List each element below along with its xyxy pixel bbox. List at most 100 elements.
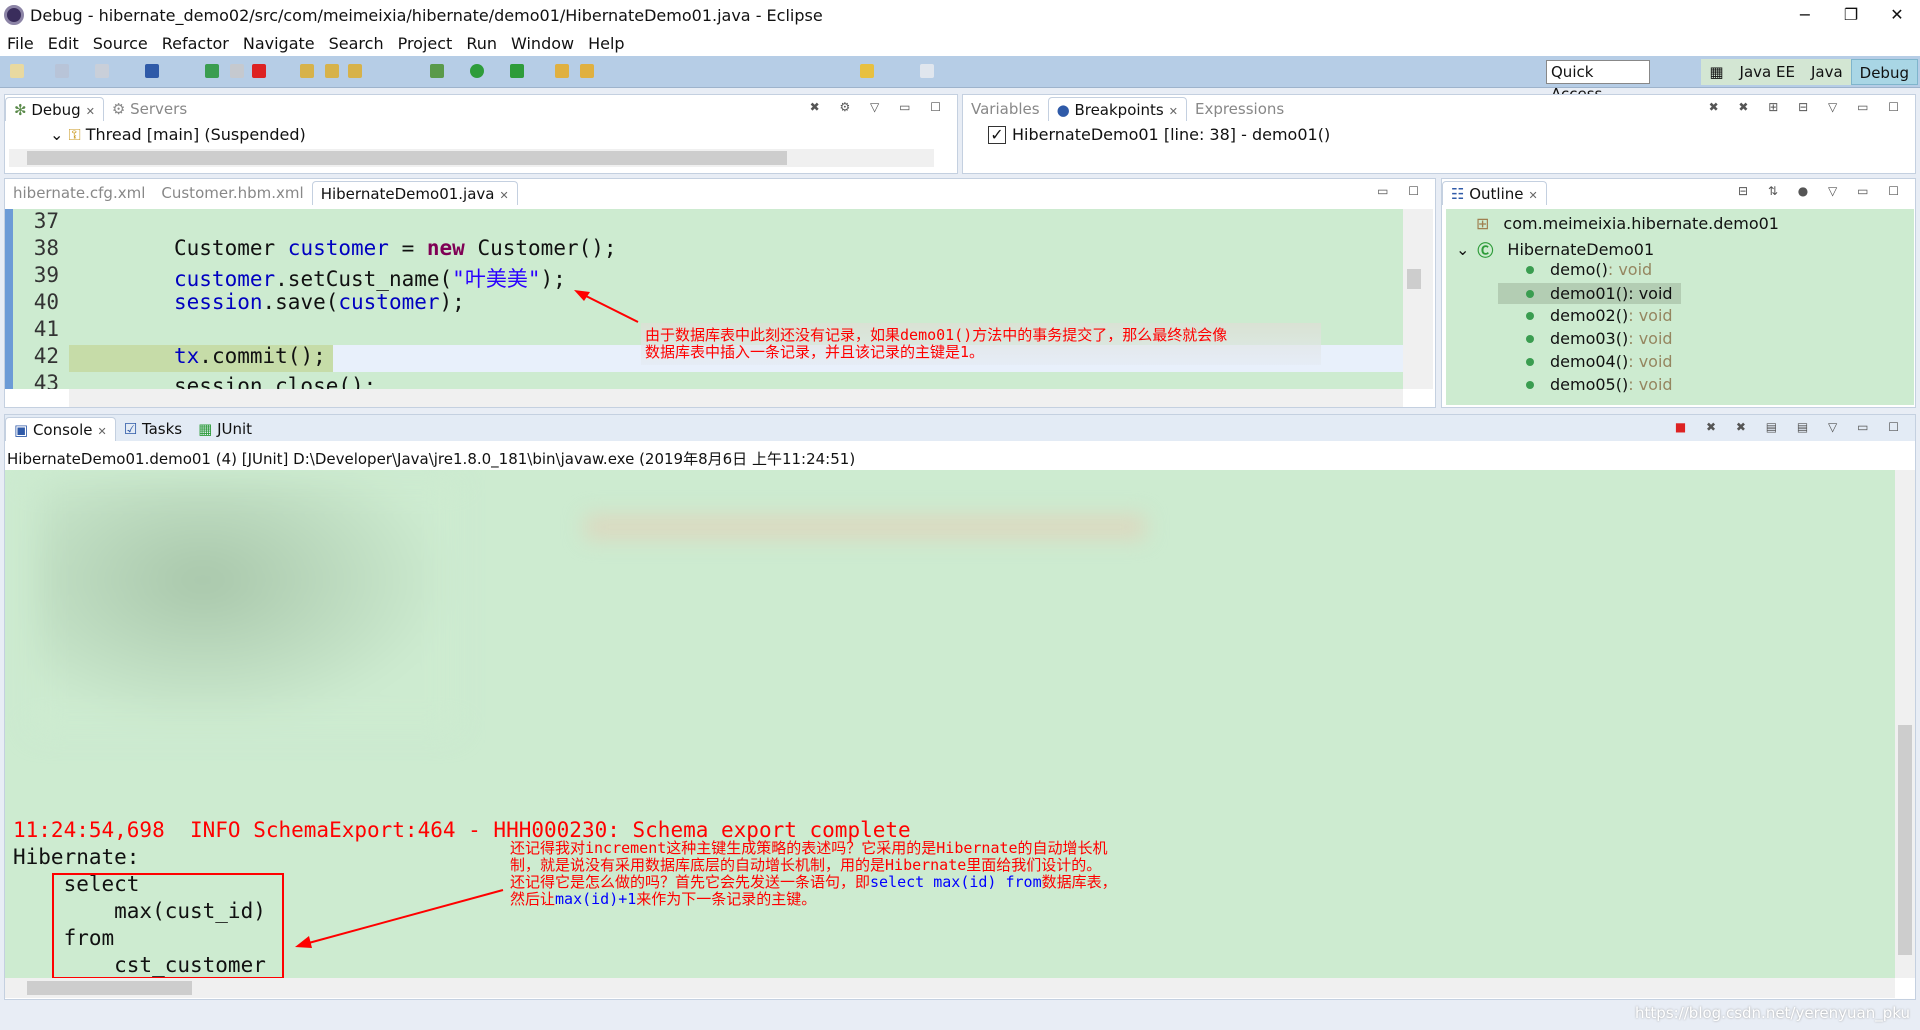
servers-icon: ⚙ [111,100,131,118]
menu-refactor[interactable]: Refactor [155,34,236,53]
console-controls[interactable]: ■ ✖ ✖ ▤ ▤ ▽ ▭ ☐ [1675,420,1907,434]
console-output[interactable]: 11:24:54,698 INFO SchemaExport:464 - HHH… [5,470,1895,978]
forward-icon[interactable] [920,64,934,78]
resume-icon[interactable] [205,64,219,78]
external-tools-icon[interactable] [510,64,524,78]
close-button[interactable]: ✕ [1874,0,1920,30]
breakpoints-view: Variables ● Breakpoints ✕ Expressions ✖ ✖… [962,94,1916,174]
outline-method[interactable]: demo05() : void [1526,375,1673,394]
outline-icon: ☷ [1451,185,1470,203]
step-into-icon[interactable] [300,64,314,78]
vertical-scrollbar[interactable] [1403,209,1433,389]
outline-method[interactable]: demo03() : void [1526,329,1673,348]
quick-access-input[interactable]: Quick Access [1546,60,1650,103]
console-view: ▣ Console ✕ ☑ Tasks ▦ JUnit ■ ✖ ✖ ▤ ▤ ▽ ▭… [4,414,1916,1000]
menu-help[interactable]: Help [581,34,631,53]
tab-servers[interactable]: ⚙ Servers [104,97,195,121]
close-icon[interactable]: ✕ [1528,189,1537,202]
outline-method[interactable]: demo04() : void [1526,352,1673,371]
outline-method[interactable]: demo() : void [1526,260,1652,279]
tab-debug[interactable]: ✻ Debug ✕ [5,97,104,121]
public-method-icon [1526,265,1534,274]
horizontal-scrollbar[interactable] [5,978,1895,998]
perspective-switcher: ▦ Java EE Java Debug [1701,59,1918,85]
tab-tasks[interactable]: ☑ Tasks [116,417,190,441]
menu-window[interactable]: Window [504,34,581,53]
perspective-java[interactable]: Java [1803,59,1851,85]
horizontal-scrollbar[interactable] [69,389,1403,407]
annotation-arrow [295,889,504,948]
console-process-header: HibernateDemo01.demo01 (4) [JUnit] D:\De… [7,450,856,468]
title-bar: Debug - hibernate_demo02/src/com/meimeix… [0,0,1920,30]
outline-class[interactable]: ⌄ Ⓒ HibernateDemo01 [1456,237,1654,261]
public-method-icon [1526,334,1534,343]
restore-button[interactable]: ❐ [1828,0,1874,30]
debug-view: ✻ Debug ✕ ⚙ Servers ✖ ⚙ ▽ ▭ ☐ ⌄ ⚿ Thread … [4,94,958,174]
run-icon[interactable] [470,64,484,78]
save-icon[interactable] [95,64,109,78]
breakpoint-checkbox[interactable]: ✓ [988,125,1006,144]
tab-variables[interactable]: Variables [963,97,1048,121]
bug-icon: ✻ [14,101,32,119]
back-icon[interactable] [860,64,874,78]
terminate-icon[interactable] [252,64,266,78]
open-type-icon[interactable] [555,64,569,78]
public-method-icon [1526,357,1534,366]
tab-console[interactable]: ▣ Console ✕ [5,417,116,441]
vertical-scrollbar[interactable] [1895,470,1915,978]
annotation-arrow [574,290,639,323]
tab-junit[interactable]: ▦ JUnit [190,417,260,441]
outline-method-selected[interactable]: demo01() : void [1498,283,1681,304]
tab-hibernate-cfg[interactable]: hibernate.cfg.xml [5,181,153,205]
public-method-icon [1526,380,1534,389]
tab-outline[interactable]: ☷ Outline ✕ [1442,181,1547,205]
menu-source[interactable]: Source [86,34,155,53]
horizontal-scrollbar[interactable] [9,149,934,167]
perspective-java-ee[interactable]: Java EE [1732,59,1803,85]
view-controls[interactable]: ✖ ⚙ ▽ ▭ ☐ [810,100,949,114]
window-title: Debug - hibernate_demo02/src/com/meimeix… [30,5,823,25]
outline-tree: ⊞ com.meimeixia.hibernate.demo01 ⌄ Ⓒ Hibern… [1446,209,1914,405]
new-icon[interactable] [10,64,24,78]
new-class-icon[interactable] [55,64,69,78]
console-icon: ▣ [14,421,33,439]
close-icon[interactable]: ✕ [86,105,95,118]
chevron-down-icon[interactable]: ⌄ [1456,240,1469,259]
view-controls[interactable]: ✖ ✖ ⊞ ⊟ ▽ ▭ ☐ [1709,100,1907,114]
menu-search[interactable]: Search [322,34,391,53]
menu-bar: File Edit Source Refactor Navigate Searc… [0,30,1920,56]
close-icon[interactable]: ✕ [499,189,508,202]
close-icon[interactable]: ✕ [98,425,107,438]
view-controls[interactable]: ▭ ☐ [1377,184,1427,198]
suspend-icon[interactable] [230,64,244,78]
code-area[interactable]: 37 38 39 40 41 42 43 Customer customer =… [5,209,1403,389]
debug-icon[interactable] [430,64,444,78]
open-resource-icon[interactable] [580,64,594,78]
open-perspective-icon[interactable]: ▦ [1701,59,1731,85]
step-over-icon[interactable] [325,64,339,78]
console-icon[interactable] [145,64,159,78]
tasks-icon: ☑ [123,420,142,438]
minimize-button[interactable]: − [1782,0,1828,30]
menu-run[interactable]: Run [459,34,504,53]
perspective-debug[interactable]: Debug [1850,59,1918,85]
tab-hibernatedemo01[interactable]: HibernateDemo01.java ✕ [311,181,518,205]
thread-item[interactable]: ⌄ ⚿ Thread [main] (Suspended) [50,125,306,145]
public-method-icon [1526,289,1534,298]
view-controls[interactable]: ⊟ ⇅ ● ▽ ▭ ☐ [1738,184,1907,198]
tab-customer-hbm[interactable]: Customer.hbm.xml [153,181,311,205]
tab-breakpoints[interactable]: ● Breakpoints ✕ [1047,97,1187,121]
menu-project[interactable]: Project [391,34,460,53]
breakpoint-item[interactable]: ✓ HibernateDemo01 [line: 38] - demo01() [988,125,1330,144]
close-icon[interactable]: ✕ [1169,105,1178,118]
step-return-icon[interactable] [348,64,362,78]
menu-navigate[interactable]: Navigate [236,34,322,53]
outline-package[interactable]: ⊞ com.meimeixia.hibernate.demo01 [1476,214,1779,233]
editor: hibernate.cfg.xml Customer.hbm.xml Hiber… [4,178,1436,408]
outline-view: ☷ Outline ✕ ⊟ ⇅ ● ▽ ▭ ☐ ⊞ com.meimeixia.hi… [1441,178,1916,408]
menu-edit[interactable]: Edit [41,34,86,53]
tab-expressions[interactable]: Expressions [1187,97,1292,121]
menu-file[interactable]: File [0,34,41,53]
public-method-icon [1526,311,1534,320]
outline-method[interactable]: demo02() : void [1526,306,1673,325]
